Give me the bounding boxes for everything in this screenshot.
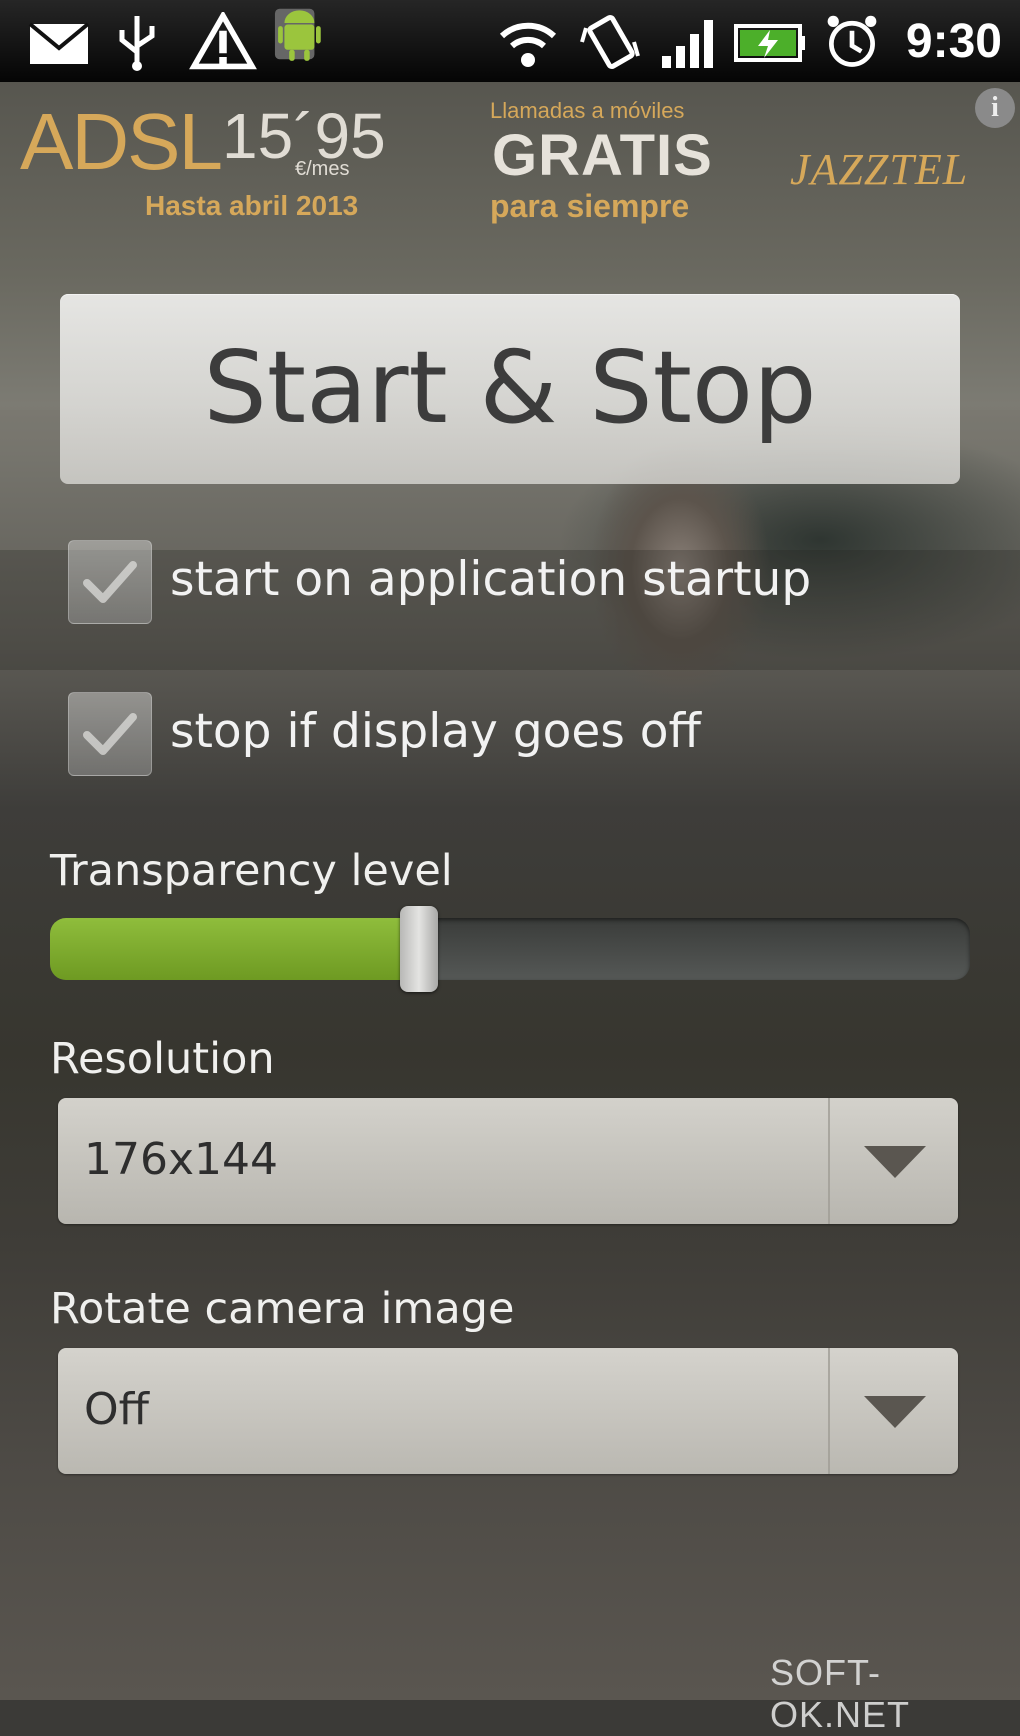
- vibrate-icon: [580, 15, 640, 69]
- dropdown-arrow-icon: [864, 1146, 926, 1178]
- status-bar: 9:30: [0, 0, 1020, 82]
- resolution-select-value: 176x144: [84, 1134, 279, 1185]
- rotate-select-value: Off: [84, 1384, 149, 1435]
- ad-forever-text: para siempre: [490, 188, 690, 224]
- ad-until-text: Hasta abril 2013: [145, 190, 359, 221]
- android-icon: [274, 8, 321, 61]
- warning-icon: [189, 12, 257, 70]
- resolution-dropdown-button[interactable]: [828, 1098, 958, 1224]
- resolution-label: Resolution: [50, 1034, 275, 1084]
- signal-icon: [662, 20, 713, 68]
- usb-icon: [119, 16, 155, 71]
- display-off-checkbox[interactable]: [68, 692, 152, 776]
- checkmark-icon: [83, 713, 137, 755]
- transparency-slider[interactable]: [50, 918, 970, 980]
- start-stop-button[interactable]: Start & Stop: [60, 294, 960, 484]
- resolution-select[interactable]: 176x144: [58, 1098, 958, 1224]
- display-off-checkbox-label: stop if display goes off: [170, 704, 701, 759]
- ad-banner[interactable]: ADSL 15´95 €/mes Hasta abril 2013 Llamad…: [0, 82, 1020, 240]
- rotate-label: Rotate camera image: [50, 1284, 515, 1334]
- startup-checkbox[interactable]: [68, 540, 152, 624]
- startup-checkbox-label: start on application startup: [170, 552, 812, 607]
- clock: 9:30: [905, 15, 1002, 68]
- alarm-icon: [827, 15, 877, 67]
- battery-charging-icon: [734, 24, 805, 62]
- wifi-icon: [499, 22, 557, 67]
- watermark: SOFT-OK.NET: [770, 1652, 911, 1735]
- ad-brand-logo: JAZZTEL: [790, 145, 969, 194]
- ad-price-unit: €/mes: [295, 158, 350, 180]
- mail-icon: [28, 22, 90, 64]
- dropdown-arrow-icon: [864, 1396, 926, 1428]
- ad-calls-text: Llamadas a móviles: [490, 98, 685, 123]
- ad-info-icon[interactable]: i: [975, 88, 1015, 128]
- transparency-slider-thumb[interactable]: [400, 906, 438, 992]
- rotate-dropdown-button[interactable]: [828, 1348, 958, 1474]
- display-off-checkbox-row[interactable]: stop if display goes off: [68, 692, 868, 776]
- ad-adsl-text: ADSL: [20, 97, 223, 186]
- checkmark-icon: [83, 561, 137, 603]
- rotate-select[interactable]: Off: [58, 1348, 958, 1474]
- transparency-slider-fill: [50, 918, 418, 980]
- transparency-label: Transparency level: [50, 846, 453, 896]
- startup-checkbox-row[interactable]: start on application startup: [68, 540, 868, 624]
- ad-free-text: GRATIS: [492, 123, 713, 188]
